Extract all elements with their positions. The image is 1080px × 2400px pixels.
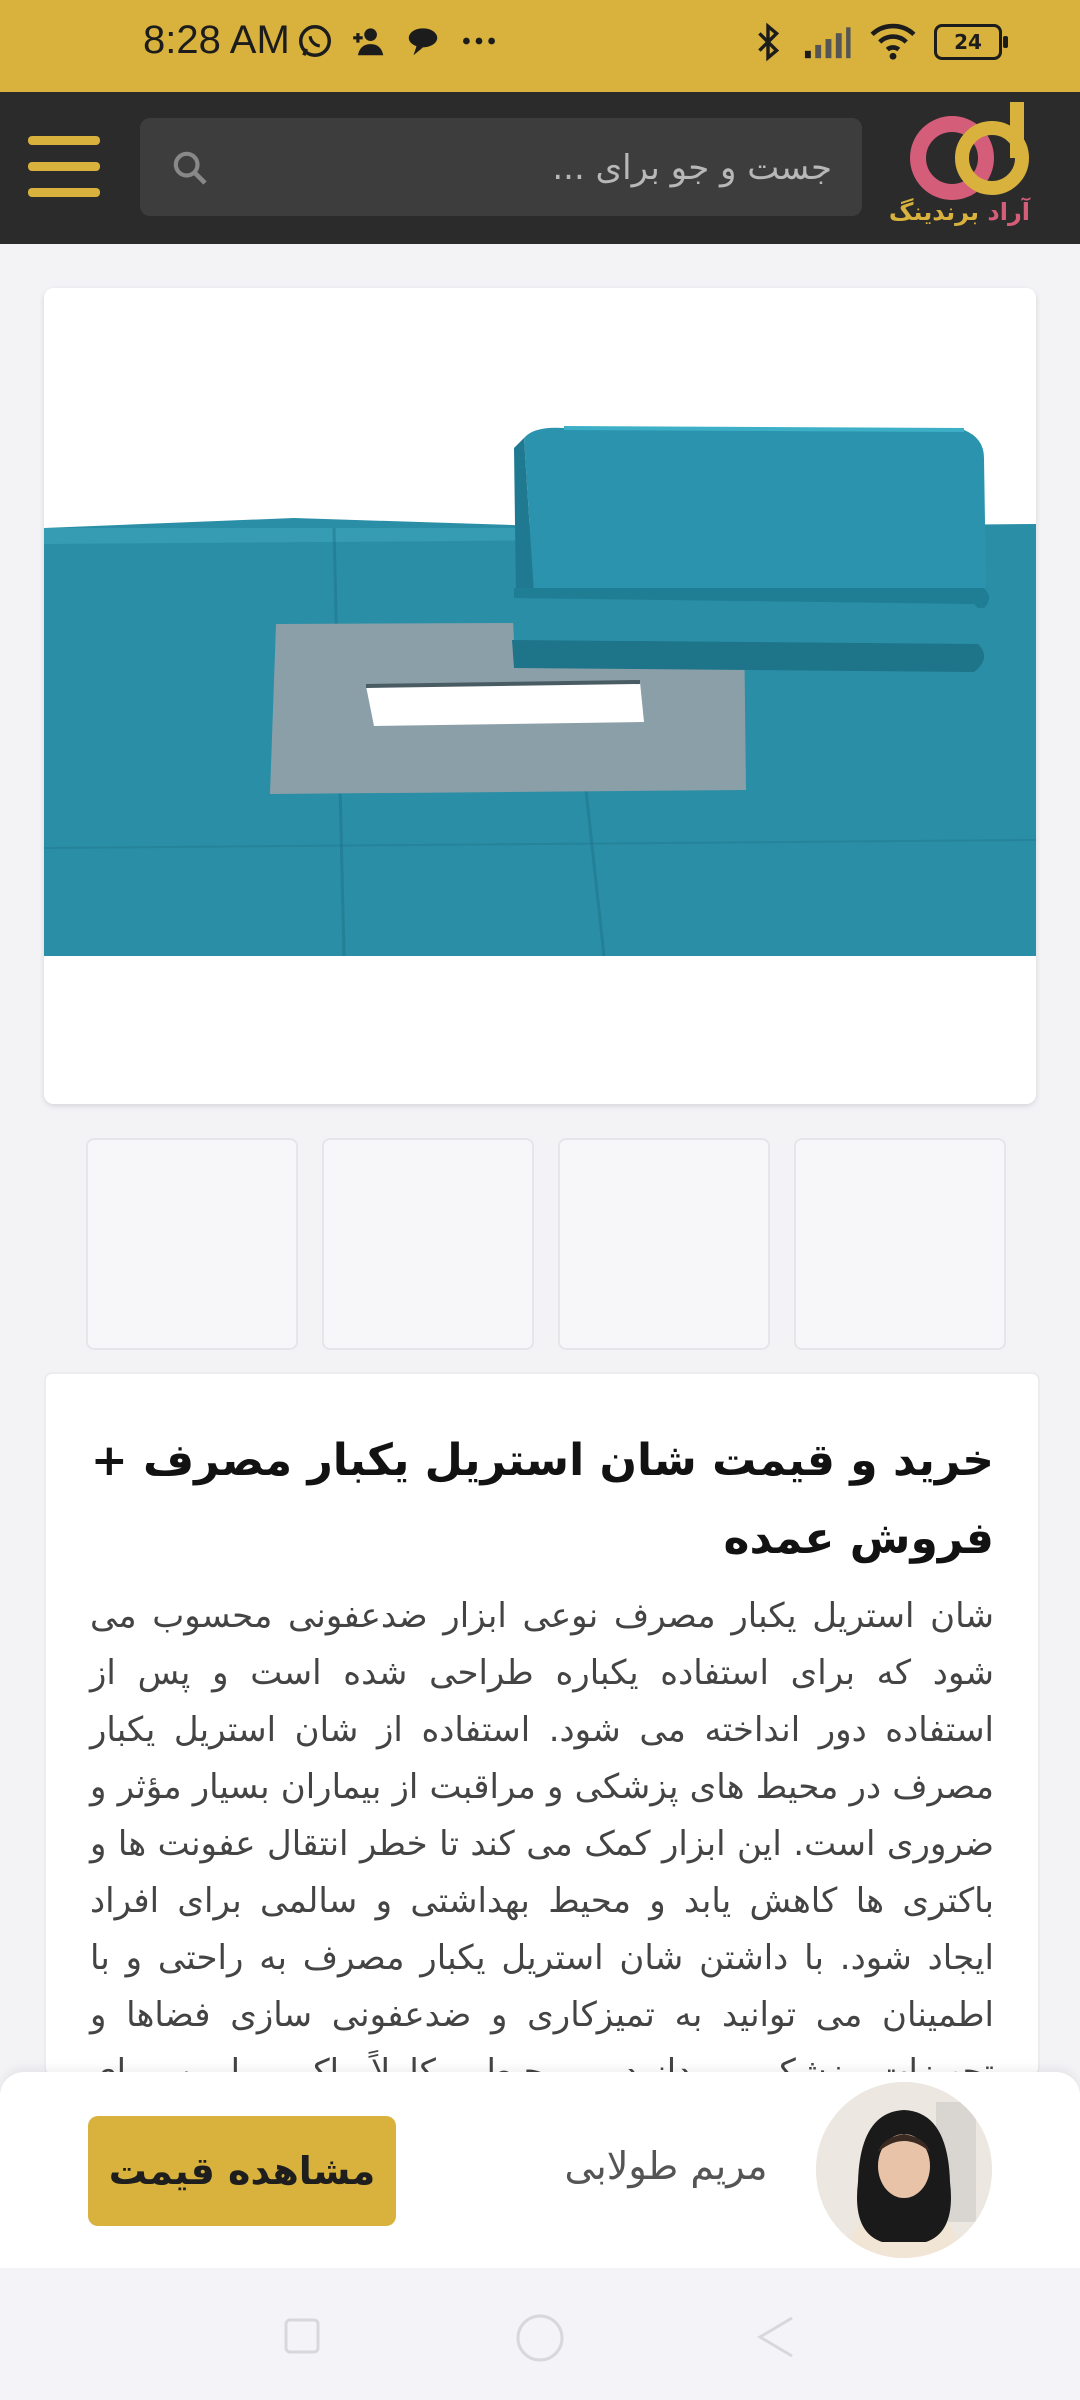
bluetooth-icon	[758, 22, 780, 62]
back-button[interactable]	[754, 2314, 798, 2360]
menu-line-icon	[28, 162, 100, 171]
agent-avatar[interactable]	[816, 2082, 992, 2258]
status-time: 8:28 AM	[143, 18, 290, 62]
product-image-card[interactable]	[44, 288, 1036, 1104]
search-input[interactable]	[230, 118, 834, 218]
whatsapp-icon	[299, 25, 331, 57]
view-price-button[interactable]: مشاهده قیمت	[88, 2116, 396, 2226]
hamburger-menu-button[interactable]	[28, 136, 100, 198]
bottom-action-bar: مشاهده قیمت مریم طولابی	[0, 2072, 1080, 2268]
recents-button[interactable]	[282, 2316, 322, 2356]
product-image	[44, 288, 1036, 1104]
avatar-image	[816, 2082, 992, 2258]
agent-name: مریم طولابی	[564, 2144, 768, 2188]
chat-bubble-icon	[408, 28, 438, 56]
home-button[interactable]	[514, 2312, 566, 2364]
person-add-icon	[353, 28, 384, 56]
thumbnail[interactable]	[86, 1138, 298, 1350]
status-bar: 8:28 AM 24	[0, 0, 1080, 92]
thumbnail-strip	[86, 1138, 1006, 1350]
signal-icon	[804, 27, 851, 59]
thumbnail[interactable]	[558, 1138, 770, 1350]
thumbnail[interactable]	[322, 1138, 534, 1350]
app-header: آراد برندینگ	[0, 92, 1080, 244]
menu-line-icon	[28, 136, 100, 145]
product-title: خرید و قیمت شان استریل یکبار مصرف + فروش…	[90, 1435, 994, 1564]
thumbnail[interactable]	[794, 1138, 1006, 1350]
wifi-icon	[870, 23, 916, 60]
more-dots-icon	[463, 37, 495, 45]
product-description: شان استریل یکبار مصرف نوعی ابزار ضدعفونی…	[90, 1596, 994, 2076]
brand-logo-text: آراد برندینگ	[888, 198, 1030, 226]
menu-line-icon	[28, 188, 100, 197]
battery-icon: 24	[934, 24, 1008, 60]
search-icon[interactable]	[170, 148, 210, 188]
search-box[interactable]	[140, 118, 862, 218]
system-nav-bar	[0, 2268, 1080, 2400]
product-description-card: خرید و قیمت شان استریل یکبار مصرف + فروش…	[44, 1372, 1040, 2076]
